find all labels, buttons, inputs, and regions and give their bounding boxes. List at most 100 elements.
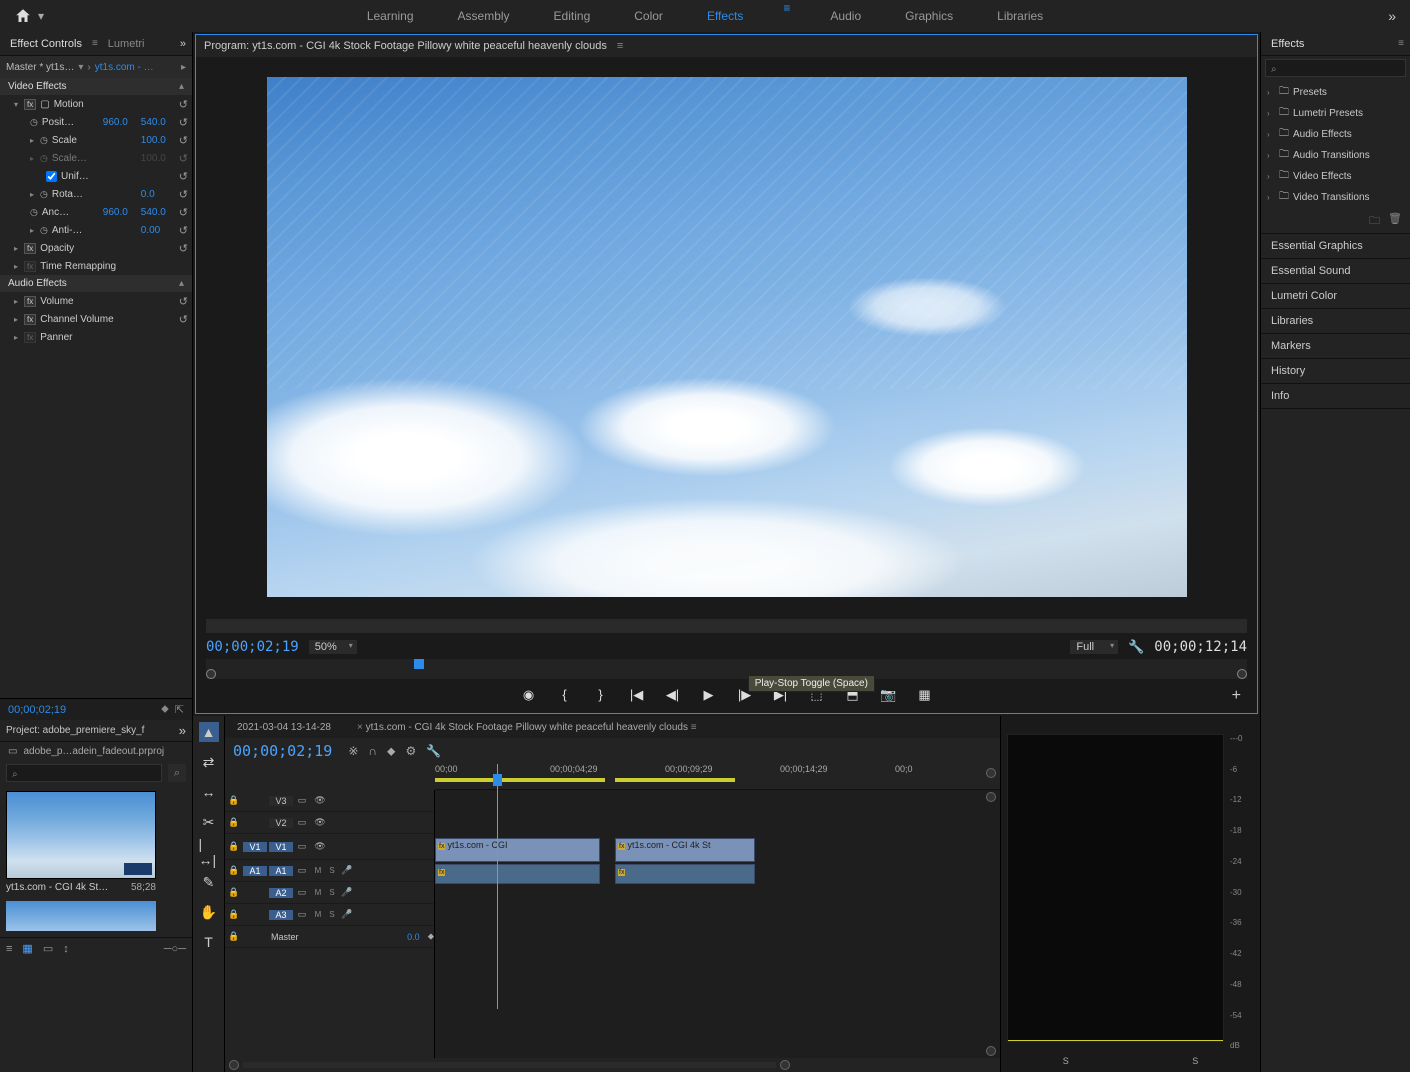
effects-folder[interactable]: ›🗀Lumetri Presets (1261, 103, 1410, 124)
sync-lock-icon[interactable]: ▭ (293, 865, 311, 876)
keyframe-icon[interactable]: ⬥ (428, 931, 434, 942)
list-view-icon[interactable]: ≡ (6, 943, 12, 955)
side-panel-lumetri[interactable]: Lumetri Color (1261, 284, 1410, 309)
channelvol-label[interactable]: Channel Volume (40, 314, 175, 325)
reset-icon[interactable]: ↺ (179, 116, 188, 129)
fx-badge[interactable]: fx (24, 314, 36, 325)
ws-effects[interactable]: Effects (703, 1, 747, 31)
close-icon[interactable]: × (357, 722, 363, 733)
timeremap-label[interactable]: Time Remapping (40, 261, 188, 272)
mute-button[interactable]: M (311, 888, 325, 897)
playhead-icon[interactable] (414, 659, 424, 669)
sync-lock-icon[interactable]: ▭ (293, 909, 311, 920)
ruler-handle-right[interactable] (1237, 669, 1247, 679)
ruler-knob[interactable] (986, 768, 996, 778)
effects-panel-tab[interactable]: Effects (1267, 36, 1308, 52)
linked-sel-icon[interactable]: ∩ (368, 744, 377, 759)
anchor-x[interactable]: 960.0 (103, 207, 137, 218)
scale-value[interactable]: 100.0 (141, 135, 175, 146)
motion-label[interactable]: Motion (54, 99, 175, 110)
zoom-handle-right[interactable] (780, 1060, 790, 1070)
sequence-tab[interactable]: 2021-03-04 13-14-28 (231, 720, 337, 735)
program-ruler[interactable] (206, 659, 1247, 679)
audio-clip[interactable]: fx (435, 864, 600, 884)
reset-icon[interactable]: ↺ (179, 98, 188, 111)
mic-icon[interactable]: 🎤 (339, 887, 355, 898)
sync-lock-icon[interactable]: ▭ (293, 887, 311, 898)
ec-sequence-clip[interactable]: yt1s.com - … (95, 62, 154, 73)
fx-badge[interactable]: fx (24, 243, 36, 254)
eye-icon[interactable]: 👁 (311, 817, 329, 828)
solo-label[interactable]: S (1192, 1056, 1198, 1066)
lock-icon[interactable]: 🔒 (225, 909, 243, 920)
effects-folder[interactable]: ›🗀Presets (1261, 82, 1410, 103)
track-target[interactable]: V3 (269, 796, 293, 806)
track-target[interactable]: A1 (269, 866, 293, 876)
project-tab[interactable]: Project: adobe_premiere_sky_f (6, 725, 144, 736)
home-icon[interactable] (14, 7, 32, 25)
zoom-slider[interactable]: ─○─ (164, 943, 186, 955)
sync-lock-icon[interactable]: ▭ (293, 817, 311, 828)
panel-menu-icon[interactable]: ≡ (92, 38, 98, 49)
project-overflow-icon[interactable]: » (179, 723, 186, 738)
overflow-icon[interactable]: » (1388, 8, 1396, 24)
position-x[interactable]: 960.0 (103, 117, 137, 128)
video-clip[interactable]: fxyt1s.com - CGI 4k St (615, 838, 755, 862)
ruler-handle-left[interactable] (206, 669, 216, 679)
panel-menu-icon[interactable]: ≡ (1398, 38, 1404, 49)
settings-icon[interactable]: ⚙ (405, 744, 416, 759)
ws-audio[interactable]: Audio (826, 1, 865, 31)
twirl-icon[interactable]: ▸ (14, 297, 18, 306)
mute-button[interactable]: M (311, 866, 325, 875)
solo-label[interactable]: S (1063, 1056, 1069, 1066)
lock-icon[interactable]: 🔒 (225, 865, 243, 876)
timeline-timecode[interactable]: 00;00;02;19 (233, 742, 332, 760)
project-item[interactable] (6, 901, 156, 931)
icon-view-icon[interactable]: ▦ (22, 942, 32, 955)
lock-icon[interactable]: 🔒 (225, 931, 243, 942)
src-patch[interactable]: V1 (243, 842, 267, 852)
pen-tool[interactable]: ✎ (199, 872, 219, 892)
ws-graphics[interactable]: Graphics (901, 1, 957, 31)
keyframe-icon[interactable]: ⬥ (161, 703, 169, 716)
sort-icon[interactable]: ↕ (63, 943, 69, 955)
track-target[interactable]: V1 (269, 842, 293, 852)
stopwatch-icon[interactable]: ◷ (30, 207, 38, 218)
out-button[interactable]: } (591, 687, 611, 703)
reset-icon[interactable]: ↺ (179, 242, 188, 255)
panner-label[interactable]: Panner (40, 332, 188, 343)
ripple-tool[interactable]: ↔ (199, 782, 219, 802)
delete-icon[interactable]: 🗑 (1388, 212, 1402, 231)
button-editor-icon[interactable]: + (1232, 687, 1241, 705)
side-panel-info[interactable]: Info (1261, 384, 1410, 409)
scroll-knob[interactable] (986, 1046, 996, 1056)
sync-lock-icon[interactable]: ▭ (293, 841, 311, 852)
stopwatch-icon[interactable]: ◷ (40, 189, 48, 200)
reset-icon[interactable]: ↺ (179, 295, 188, 308)
mic-icon[interactable]: 🎤 (339, 909, 355, 920)
project-search-input[interactable] (6, 764, 162, 782)
twirl-icon[interactable]: ▾ (14, 100, 18, 109)
side-panel-libraries[interactable]: Libraries (1261, 309, 1410, 334)
zoom-handle-left[interactable] (229, 1060, 239, 1070)
side-panel-markers[interactable]: Markers (1261, 334, 1410, 359)
fx-badge[interactable]: fx (24, 296, 36, 307)
chevron-down-icon[interactable]: ▾ (78, 62, 83, 73)
side-panel-graphics[interactable]: Essential Graphics (1261, 234, 1410, 259)
ws-assembly[interactable]: Assembly (454, 1, 514, 31)
zoom-scrollbar[interactable] (243, 1062, 776, 1068)
side-panel-history[interactable]: History (1261, 359, 1410, 384)
zoom-select[interactable]: 50% (309, 640, 357, 654)
lock-icon[interactable]: 🔒 (225, 841, 243, 852)
ws-color[interactable]: Color (630, 1, 667, 31)
ws-libraries[interactable]: Libraries (993, 1, 1047, 31)
volume-label[interactable]: Volume (40, 296, 175, 307)
twirl-icon[interactable]: ▸ (30, 190, 34, 199)
timeline-ruler[interactable]: 00;00 00;00;04;29 00;00;09;29 00;00;14;2… (435, 764, 1000, 790)
twirl-icon[interactable]: ▸ (14, 315, 18, 324)
track-target[interactable]: V2 (269, 818, 293, 828)
program-monitor[interactable] (267, 77, 1187, 597)
track-target[interactable]: A2 (269, 888, 293, 898)
reset-icon[interactable]: ↺ (179, 224, 188, 237)
track-select-tool[interactable]: ⇄ (199, 752, 219, 772)
